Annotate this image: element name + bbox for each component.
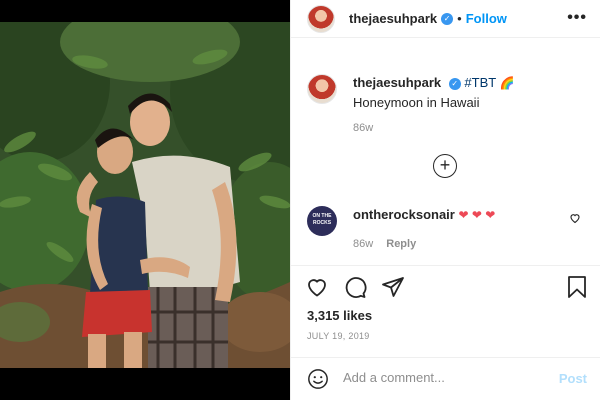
comment-body: ontherocksonair ❤ ❤ ❤ [353, 206, 495, 236]
caption-body: thejaesuhpark ✓ #TBT 🌈 Honeymoon in Hawa… [353, 74, 515, 111]
commenter-avatar[interactable]: ON THE ROCKS [307, 206, 337, 236]
post-details-panel: thejaesuhpark ✓ • Follow ••• thejaesuhpa… [290, 0, 600, 400]
likes-count[interactable]: 3,315 likes [307, 308, 372, 323]
more-options-icon[interactable]: ••• [567, 9, 587, 27]
post-header: thejaesuhpark ✓ • Follow ••• [291, 0, 600, 38]
action-bar [305, 275, 590, 301]
couple-photo-illustration [0, 22, 290, 368]
comment-timestamp[interactable]: 86w [353, 238, 373, 250]
rainbow-emoji-icon: 🌈 [499, 76, 515, 90]
header-separator: • [457, 11, 462, 26]
verified-badge-icon: ✓ [441, 12, 454, 25]
follow-button[interactable]: Follow [466, 11, 507, 26]
caption: thejaesuhpark ✓ #TBT 🌈 Honeymoon in Hawa… [307, 74, 587, 111]
caption-text: Honeymoon in Hawaii [353, 95, 480, 110]
reply-button[interactable]: Reply [386, 238, 416, 250]
like-heart-icon[interactable] [305, 275, 329, 299]
caption-author-avatar[interactable] [307, 74, 337, 104]
comment-bubble-icon[interactable] [343, 275, 367, 299]
actions-divider [291, 265, 600, 266]
commenter-username[interactable]: ontherocksonair [353, 207, 455, 222]
author-avatar[interactable] [307, 4, 335, 33]
post-date[interactable]: JULY 19, 2019 [307, 331, 370, 341]
emoji-smiley-icon[interactable] [307, 368, 329, 390]
comment-item: ON THE ROCKS ontherocksonair ❤ ❤ ❤ [307, 206, 591, 236]
caption-timestamp[interactable]: 86w [353, 122, 373, 134]
caption-verified-badge-icon: ✓ [448, 77, 461, 90]
share-paper-plane-icon[interactable] [381, 275, 405, 299]
post-comment-button[interactable]: Post [559, 371, 587, 386]
add-comment-bar: Post [291, 357, 600, 400]
post-photo[interactable] [0, 22, 290, 368]
caption-username[interactable]: thejaesuhpark [353, 75, 441, 90]
comment-like-heart-icon[interactable] [569, 212, 581, 224]
post-photo-container [0, 0, 290, 400]
save-bookmark-icon[interactable] [565, 275, 589, 299]
load-more-comments-button[interactable]: + [433, 154, 457, 178]
caption-hashtag[interactable]: #TBT [464, 75, 496, 90]
comment-meta: 86w Reply [353, 238, 416, 250]
comment-hearts: ❤ ❤ ❤ [458, 208, 496, 222]
author-username[interactable]: thejaesuhpark [349, 11, 437, 26]
add-comment-input[interactable] [343, 370, 543, 385]
